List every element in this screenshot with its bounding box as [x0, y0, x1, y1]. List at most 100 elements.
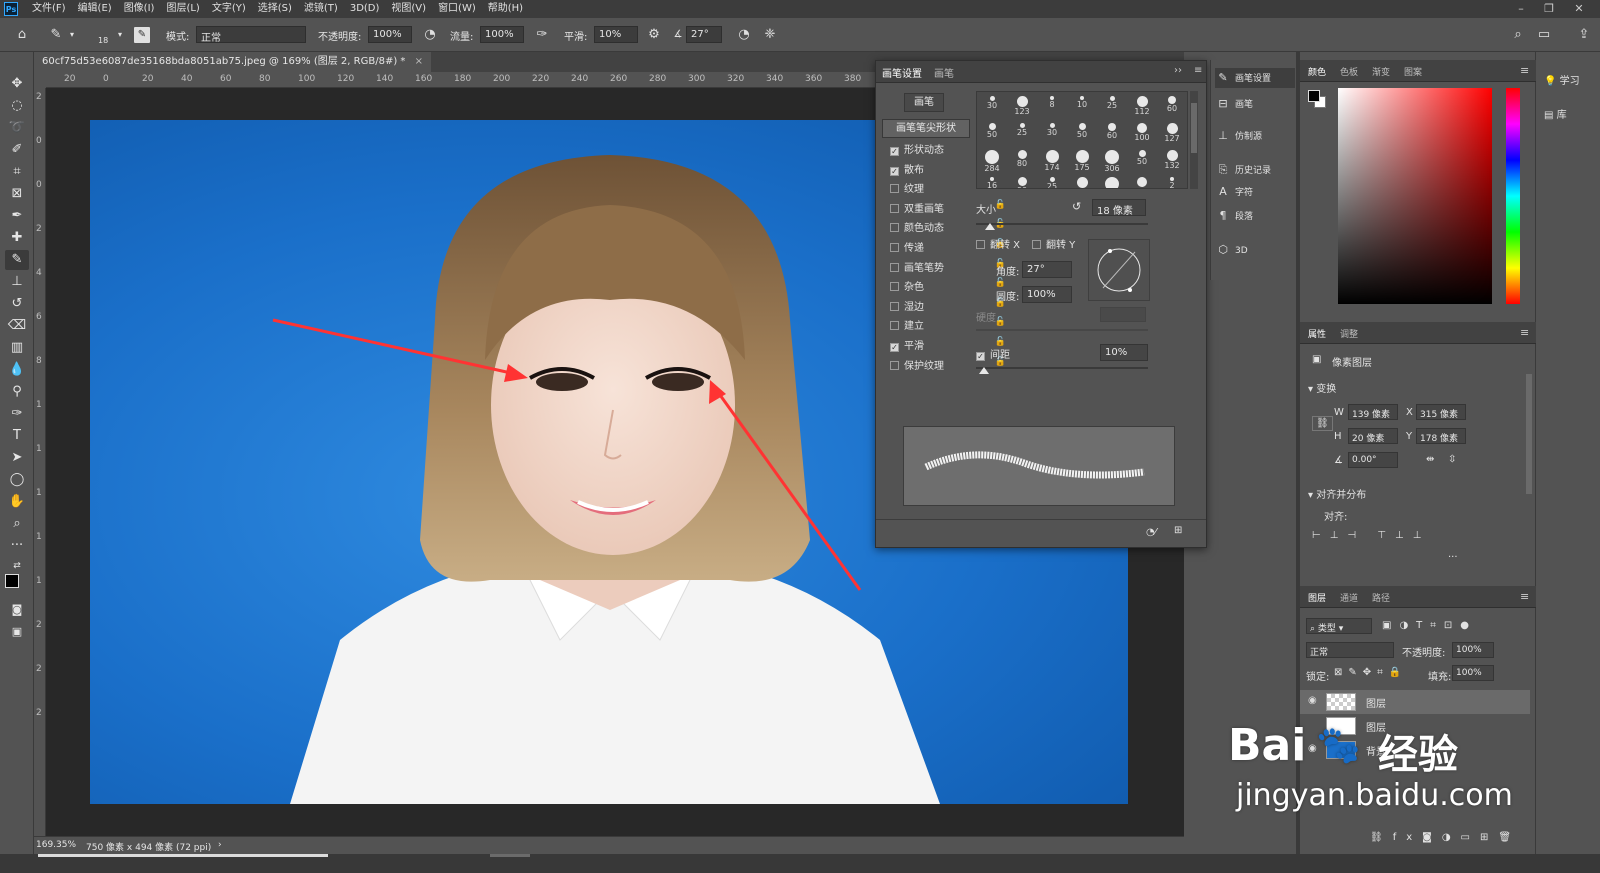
brush-option-item[interactable]: 保护纹理 🔓 — [890, 357, 1006, 376]
color-panel-menu-icon[interactable]: ≡ — [1520, 64, 1529, 77]
layers-menu-icon[interactable]: ≡ — [1520, 590, 1529, 603]
history-panel-item[interactable]: ⎘ 历史记录 — [1215, 160, 1295, 180]
brush-preset[interactable]: 25 — [1039, 175, 1065, 188]
option-checkbox-icon[interactable] — [890, 301, 899, 311]
panel-menu-icon[interactable]: ≡ — [1194, 65, 1202, 76]
airbrush-icon[interactable]: ✑ — [534, 27, 550, 43]
rotation-input[interactable]: 0.00° — [1348, 452, 1398, 468]
option-checkbox-icon[interactable] — [890, 360, 899, 370]
brush-preset[interactable]: 174 — [1039, 148, 1065, 174]
minimize-icon[interactable]: – — [1508, 0, 1534, 18]
spacing-input[interactable]: 10% — [1100, 344, 1148, 361]
healing-brush-tool-icon[interactable]: ✚ — [5, 228, 29, 248]
align-buttons[interactable]: ⊢⊥⊣ ⊤⊥⊥ — [1312, 530, 1430, 541]
option-checkbox-icon[interactable] — [890, 223, 899, 233]
smoothing-input[interactable]: 10% — [594, 26, 638, 43]
lock-icon[interactable]: 🔓 — [995, 317, 1006, 327]
angle-input[interactable]: 27° — [1022, 261, 1072, 278]
character-panel-item[interactable]: A 字符 — [1215, 182, 1295, 202]
new-brush-icon[interactable]: ⊞ — [1174, 525, 1182, 536]
brush-preset[interactable]: 100 — [1129, 121, 1155, 147]
share-icon[interactable]: ⇪ — [1576, 27, 1592, 43]
brush-preset[interactable]: 60 — [1099, 121, 1125, 147]
menu-layer[interactable]: 图层(L) — [160, 0, 205, 18]
collapse-panel-icon[interactable]: ›› — [1174, 65, 1182, 76]
option-checkbox-icon[interactable] — [890, 262, 899, 272]
flip-horizontal-icon[interactable]: ⇹ — [1426, 454, 1434, 465]
brush-preset[interactable]: 105 — [1129, 175, 1155, 188]
hand-tool-icon[interactable]: ✋ — [5, 492, 29, 512]
dodge-tool-icon[interactable]: ⚲ — [5, 382, 29, 402]
paragraph-panel-item[interactable]: ¶ 段落 — [1215, 206, 1295, 226]
layer-opacity-input[interactable]: 100% — [1452, 642, 1494, 658]
spacing-slider[interactable] — [976, 367, 1148, 369]
foreground-color-swatch[interactable] — [5, 574, 19, 588]
angle-roundness-widget[interactable] — [1088, 239, 1150, 301]
brush-option-item[interactable]: 双重画笔 🔓 — [890, 200, 1006, 219]
menu-view[interactable]: 视图(V) — [385, 0, 432, 18]
brushes-button[interactable]: 画笔 — [904, 93, 944, 112]
brush-preset[interactable]: 10 — [1069, 94, 1095, 120]
3d-panel-item[interactable]: ⬡ 3D — [1215, 240, 1295, 260]
pen-tool-icon[interactable]: ✑ — [5, 404, 29, 424]
brush-tool-icon[interactable]: ✎ — [5, 250, 29, 270]
roundness-input[interactable]: 100% — [1022, 286, 1072, 303]
brush-preset[interactable]: 127 — [1159, 121, 1185, 147]
tab-brushes[interactable]: 画笔 — [934, 65, 954, 80]
brush-preset[interactable]: 284 — [979, 148, 1005, 174]
menu-edit[interactable]: 编辑(E) — [72, 0, 118, 18]
symmetry-icon[interactable]: ❈ — [762, 27, 778, 43]
brush-preset[interactable]: 30 — [1039, 121, 1065, 147]
menu-3d[interactable]: 3D(D) — [344, 0, 386, 18]
brush-option-item[interactable]: 传递 🔓 — [890, 239, 1006, 258]
lock-icons[interactable]: ⊠✎✥⌗🔒 — [1334, 667, 1407, 678]
lock-icon[interactable]: 🔓 — [995, 200, 1006, 210]
option-checkbox-icon[interactable] — [890, 321, 899, 331]
restore-icon[interactable]: ❐ — [1536, 0, 1562, 18]
learn-item[interactable]: 💡 学习 — [1544, 72, 1580, 87]
clone-source-panel-item[interactable]: ⊥ 仿制源 — [1215, 126, 1295, 146]
brush-option-item[interactable]: ✓ 平滑 🔓 — [890, 337, 1006, 356]
flow-input[interactable]: 100% — [480, 26, 524, 43]
brush-option-item[interactable]: 建立 🔓 — [890, 317, 1006, 336]
brush-tool-preset-icon[interactable]: ✎ — [48, 27, 64, 43]
layer-filter-select[interactable]: ⌕ 类型 ▾ — [1306, 618, 1372, 634]
brush-preset[interactable]: 90 — [1009, 175, 1035, 188]
workspace-icon[interactable]: ▭ — [1536, 27, 1552, 43]
brush-preset[interactable]: 130 — [1069, 175, 1095, 188]
document-tab[interactable]: 60cf75d53e6087de35168bda8051ab75.jpeg @ … — [34, 52, 431, 72]
link-dimensions-icon[interactable]: ⛓ — [1312, 416, 1333, 431]
size-slider-thumb[interactable] — [985, 223, 995, 230]
lasso-tool-icon[interactable]: ➰ — [5, 118, 29, 138]
y-input[interactable]: 178 像素 — [1416, 428, 1466, 444]
home-icon[interactable]: ⌂ — [14, 27, 30, 43]
brush-preset[interactable]: 60 — [1159, 94, 1185, 120]
layer-row[interactable]: ◉ 图层 — [1300, 690, 1530, 714]
close-tab-icon[interactable]: × — [415, 56, 423, 67]
transform-section[interactable]: ▾ 变换 — [1308, 380, 1336, 395]
brush-preset[interactable]: 25 — [1099, 94, 1125, 120]
x-input[interactable]: 315 像素 — [1416, 404, 1466, 420]
zoom-level[interactable]: 169.35% — [36, 840, 76, 850]
tab-layers[interactable]: 图层 — [1308, 591, 1326, 604]
brush-preset[interactable]: 306 — [1099, 148, 1125, 174]
more-tools-icon[interactable]: ··· — [5, 536, 29, 556]
brush-option-item[interactable]: 颜色动态🔓 — [890, 219, 1006, 238]
gradient-tool-icon[interactable]: ▥ — [5, 338, 29, 358]
brush-preset[interactable]: 25 — [1009, 121, 1035, 147]
option-checkbox-icon[interactable] — [890, 282, 899, 292]
size-input[interactable]: 18 像素 — [1092, 199, 1146, 217]
option-checkbox-icon[interactable]: ✓ — [890, 166, 899, 176]
properties-scrollbar[interactable] — [1526, 374, 1532, 494]
blend-mode-select[interactable]: 正常 — [1306, 642, 1394, 658]
quick-select-tool-icon[interactable]: ✐ — [5, 140, 29, 160]
brush-option-item[interactable]: 纹理🔓 — [890, 180, 1006, 199]
option-checkbox-icon[interactable] — [890, 184, 899, 194]
status-expand-icon[interactable]: › — [218, 840, 222, 850]
size-slider[interactable] — [976, 223, 1148, 225]
settings-gear-icon[interactable]: ⚙ — [646, 27, 662, 43]
mode-select[interactable]: 正常 — [196, 26, 306, 44]
close-window-icon[interactable]: ✕ — [1566, 0, 1592, 18]
flip-y-checkbox[interactable]: 翻转 Y — [1032, 236, 1075, 251]
brush-preset[interactable]: 132 — [1159, 148, 1185, 174]
